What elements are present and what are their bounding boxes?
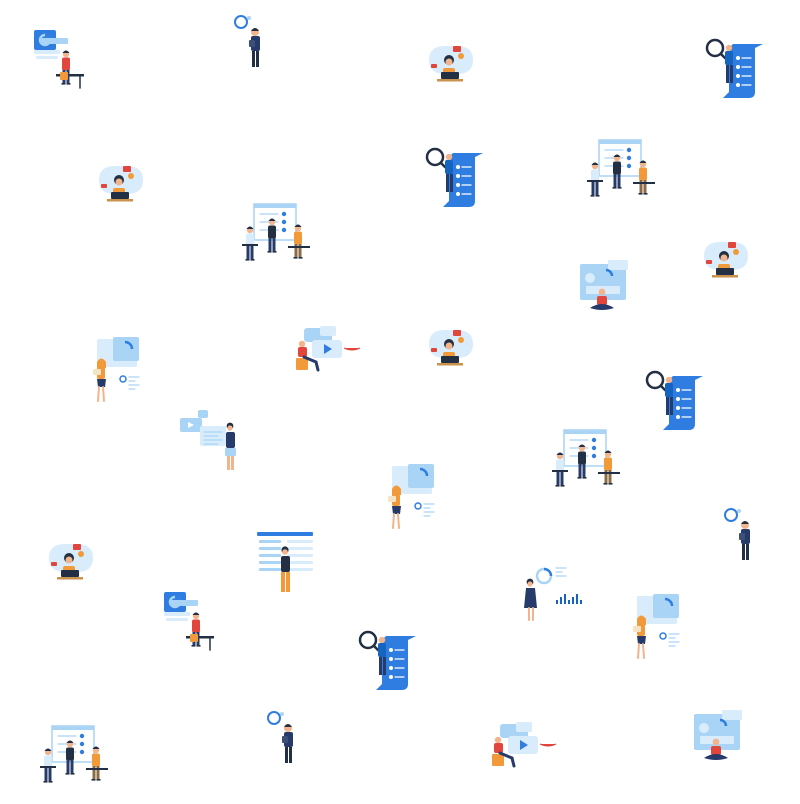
woman-at-video-screen-illustration [180,410,236,470]
collage-svg [34,15,763,783]
man-sitting-video-player-illustration [296,326,361,372]
man-sitting-video-player-illustration [492,722,557,768]
woman-with-magnifier-checklist-illustration [425,147,483,207]
woman-with-magnifier-checklist-illustration [705,38,763,98]
woman-with-laptop-chat-illustration [704,242,748,278]
woman-with-laptop-chat-illustration [49,544,93,580]
team-meeting-board-illustration [587,139,655,197]
team-meeting-board-illustration [40,725,108,783]
illustration-collage [0,0,800,800]
woman-with-analytics-bars-illustration [524,567,582,621]
team-meeting-board-illustration [552,429,620,487]
person-at-desk-with-dashboard-illustration [34,30,84,89]
woman-presenting-chart-illustration [633,594,680,659]
man-holding-tablet-illustration [234,15,260,67]
woman-with-magnifier-checklist-illustration [645,370,703,430]
woman-at-web-layout-illustration [257,532,313,592]
man-holding-tablet-illustration [267,711,293,763]
woman-with-magnifier-checklist-illustration [358,630,416,690]
meditating-person-dashboard-illustration [694,710,742,760]
woman-presenting-chart-illustration [388,464,435,529]
meditating-person-dashboard-illustration [580,260,628,310]
person-at-desk-with-dashboard-illustration [164,592,214,651]
woman-with-laptop-chat-illustration [99,166,143,202]
man-holding-tablet-illustration [724,508,750,560]
woman-with-laptop-chat-illustration [429,330,473,366]
woman-with-laptop-chat-illustration [429,46,473,82]
woman-presenting-chart-illustration [93,337,140,402]
team-meeting-board-illustration [242,203,310,261]
